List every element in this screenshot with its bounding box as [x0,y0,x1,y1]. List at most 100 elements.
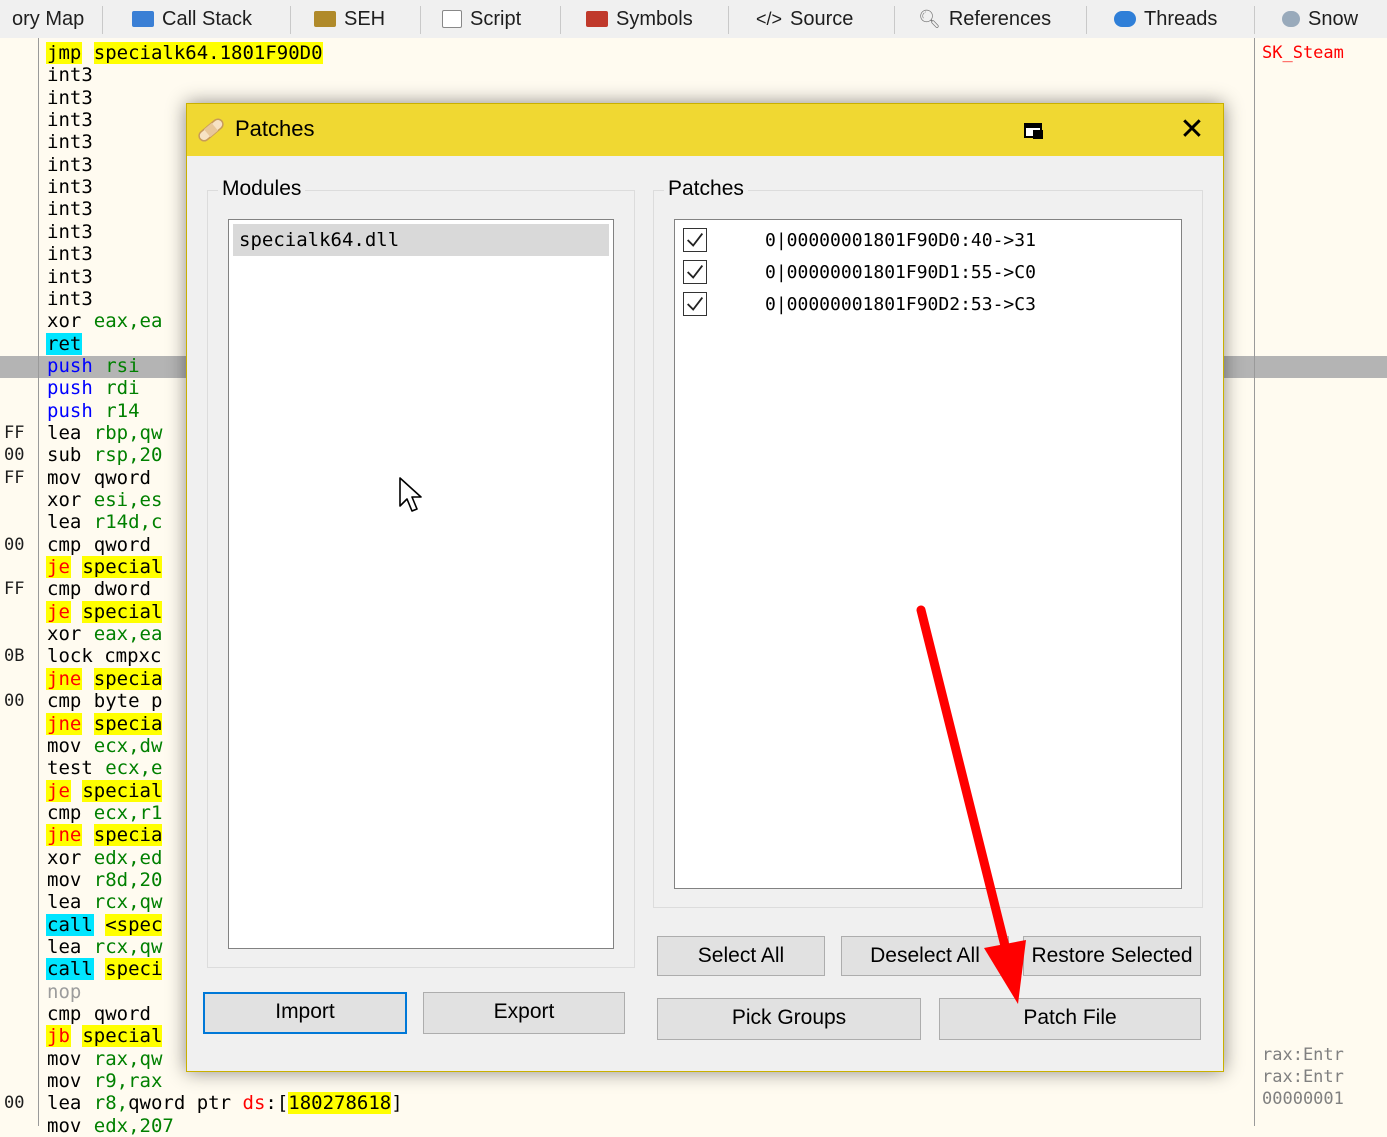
instruction-line[interactable]: call speci [46,958,163,981]
instruction-line[interactable]: jb special [46,1025,163,1048]
tab-symbols[interactable]: Symbols [580,0,699,38]
checkmark-icon [687,297,704,311]
instruction-operand: r14d,c [93,511,163,534]
instruction-line[interactable]: mov r8d,20 [46,869,162,891]
instruction-line[interactable]: int3 [46,198,94,220]
instruction-line[interactable]: lea rcx,qw [46,891,162,913]
column-divider [1254,38,1255,1126]
instruction-line[interactable]: ret [46,332,83,355]
comment-text: SK_Steam [1262,43,1344,63]
patch-item[interactable]: 0|00000001801F90D0:40->31 [683,226,1163,256]
instruction-line[interactable]: je special [46,600,163,623]
instruction-mnemonic: je [46,556,71,579]
instruction-line[interactable]: lea r14d,c [46,511,162,533]
instruction-mnemonic: int3 [47,243,93,266]
instruction-line[interactable]: int3 [46,64,94,86]
instruction-line[interactable]: int3 [46,176,94,198]
tab-call-stack[interactable]: Call Stack [126,0,258,38]
instruction-mnemonic: cmp [47,533,82,556]
instruction-mnemonic: int3 [47,198,93,221]
instruction-line[interactable]: int3 [46,243,94,265]
patch-item[interactable]: 0|00000001801F90D2:53->C3 [683,290,1163,320]
instruction-mnemonic: mov [47,734,82,757]
instruction-line[interactable]: lea rbp,qw [46,422,162,444]
instruction-line[interactable]: cmp byte p [46,690,162,712]
instruction-line[interactable]: lea r8,qword ptr ds:[180278618] [46,1092,403,1115]
instruction-mnemonic: lea [47,1092,82,1115]
instruction-operand: r8, [93,1092,129,1115]
pick-groups-button[interactable]: Pick Groups [657,998,921,1040]
instruction-line[interactable]: jne specia [46,712,163,735]
address-column: FF 00 FF 00 FF 0B 00 00 [0,38,38,1126]
import-button[interactable]: Import [203,992,407,1034]
tab-seh[interactable]: SEH [308,0,391,38]
tab-label: SEH [344,8,386,30]
instruction-mnemonic: int3 [47,220,93,243]
tab-script[interactable]: Script [436,0,527,38]
tab-threads[interactable]: Threads [1108,0,1223,38]
module-item[interactable]: specialk64.dll [233,224,609,256]
tab-references[interactable]: 🔍︎ References [912,0,1057,38]
instruction-line[interactable]: cmp ecx,r1 [46,802,162,824]
modules-list[interactable]: specialk64.dll [228,219,614,949]
instruction-line[interactable]: mov r9,rax [46,1070,162,1092]
instruction-line[interactable]: test ecx,e [46,757,162,779]
tab-snowman[interactable]: Snow [1276,0,1364,38]
instruction-line[interactable]: jmp specialk64.1801F90D0 [46,42,323,64]
patch-checkbox[interactable] [683,292,707,316]
instruction-mnemonic: lea [47,511,82,534]
instruction-line[interactable]: lock cmpxc [46,645,162,667]
instruction-mnemonic: jne [46,712,83,735]
instruction-line[interactable]: lea rcx,qw [46,936,162,958]
close-icon[interactable]: ✕ [1177,114,1207,146]
instruction-line[interactable]: cmp dword [46,578,151,600]
instruction-line[interactable]: int3 [46,288,94,310]
instruction-line[interactable]: xor eax,ea [46,623,162,645]
patches-list[interactable]: 0|00000001801F90D0:40->31 0|00000001801F… [674,219,1182,889]
instruction-line[interactable]: mov rax,qw [46,1048,162,1070]
instruction-mnemonic: xor [47,489,82,511]
export-button[interactable]: Export [423,992,625,1034]
instruction-line[interactable]: int3 [46,131,94,153]
instruction-line[interactable]: je special [46,556,163,579]
instruction-line[interactable]: push r14 [46,400,140,422]
patch-checkbox[interactable] [683,260,707,284]
instruction-line[interactable]: nop [46,981,82,1003]
instruction-line[interactable]: int3 [46,87,94,109]
pin-window-icon[interactable] [1023,120,1045,142]
instruction-line[interactable]: cmp qword [46,534,151,556]
patch-item[interactable]: 0|00000001801F90D1:55->C0 [683,258,1163,288]
select-all-button[interactable]: Select All [657,936,825,976]
dialog-title-bar[interactable]: Patches ✕ [187,104,1223,156]
instruction-line[interactable]: int3 [46,109,94,131]
instruction-line[interactable]: cmp qword [46,1003,151,1025]
instruction-line[interactable]: mov ecx,dw [46,735,162,757]
instruction-line[interactable]: call <spec [46,913,163,936]
instruction-line[interactable]: jne specia [46,824,163,847]
instruction-line[interactable]: xor esi,es [46,489,162,511]
comment-text: 00000001 [1262,1089,1344,1109]
instruction-line[interactable]: je special [46,779,163,802]
instruction-line[interactable]: xor eax,ea [46,310,162,332]
restore-selected-button[interactable]: Restore Selected [1023,936,1201,976]
instruction-line[interactable]: push rsi [46,355,140,377]
instruction-line[interactable]: mov qword [46,467,151,489]
instruction-operand: esi,es [93,489,163,511]
instruction-line[interactable]: int3 [46,266,94,288]
tab-source[interactable]: </> Source [750,0,859,38]
tab-memory-map[interactable]: ory Map [6,0,90,38]
instruction-mnemonic: int3 [47,109,93,132]
instruction-line[interactable]: sub rsp,20 [46,444,162,466]
instruction-operand: rcx,qw [93,891,163,914]
instruction-line[interactable]: xor edx,ed [46,847,162,869]
instruction-line[interactable]: int3 [46,154,94,176]
instruction-line[interactable]: int3 [46,221,94,243]
bandage-icon [198,118,224,142]
modules-group-label: Modules [218,177,306,201]
instruction-line[interactable]: jne specia [46,667,163,690]
instruction-line[interactable]: push rdi [46,377,140,399]
patch-file-button[interactable]: Patch File [939,998,1201,1040]
deselect-all-button[interactable]: Deselect All [841,936,1009,976]
instruction-mnemonic: call [46,958,94,981]
patch-checkbox[interactable] [683,228,707,252]
